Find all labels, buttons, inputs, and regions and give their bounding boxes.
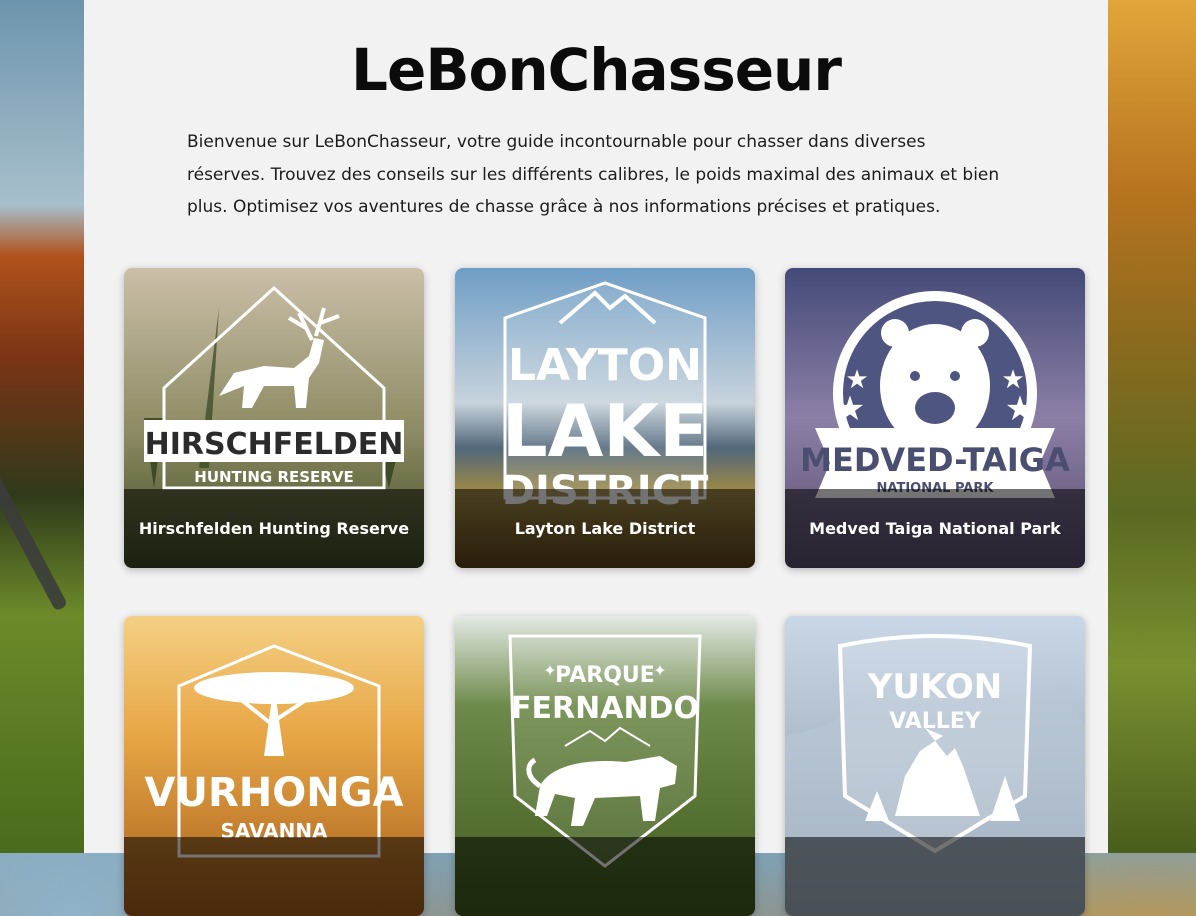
star-icon: ★ [835,389,865,429]
logo-line1: VURHONGA [145,770,404,816]
reserve-card-vurhonga-savanna[interactable]: VURHONGA SAVANNA [124,616,424,916]
reserve-card-layton-lake[interactable]: LAYTON LAKE DISTRICT Layton Lake Distric… [455,268,755,568]
reserve-caption-bar [455,837,755,916]
reserve-caption: Layton Lake District [514,519,696,538]
reserve-card-yukon-valley[interactable]: YUKON VALLEY [785,616,1085,916]
logo-line2: HUNTING RESERVE [194,468,353,486]
reserve-card-hirschfelden[interactable]: HIRSCHFELDEN HUNTING RESERVE Hirschfelde… [124,268,424,568]
logo-line1: YUKON [867,667,1002,707]
diamond-icon: ✦ [653,661,666,680]
reserve-card-parque-fernando[interactable]: ✦ ✦ PARQUE FERNANDO [455,616,755,916]
reserve-caption-bar: Layton Lake District [455,489,755,568]
main-panel: LeBonChasseur Bienvenue sur LeBonChasseu… [84,0,1108,916]
logo-line1: LAYTON [508,340,702,391]
logo-line1: PARQUE [555,663,655,688]
logo-line1: HIRSCHFELDEN [145,427,404,462]
reserve-caption-bar: Medved Taiga National Park [785,489,1085,568]
reserve-card-medved-taiga[interactable]: ★ ★ ★ ★ MEDVED-TAIGA NATIONAL PARK Medve… [785,268,1085,568]
logo-line2: FERNANDO [511,691,699,726]
reserve-caption: Hirschfelden Hunting Reserve [138,519,410,538]
page-title: LeBonChasseur [351,36,842,104]
star-icon: ★ [1005,389,1035,429]
reserve-caption-bar [124,837,424,916]
reserve-caption-bar [785,837,1085,916]
background-forest-left [0,0,84,853]
intro-text: Bienvenue sur LeBonChasseur, votre guide… [187,132,1000,217]
reserve-caption-bar: Hirschfelden Hunting Reserve [124,489,424,568]
logo-line2: VALLEY [889,709,982,734]
logo-line1: MEDVED-TAIGA [800,441,1070,479]
reserve-caption: Medved Taiga National Park [809,519,1061,538]
background-forest-right [1108,0,1196,853]
logo-line2: LAKE [502,389,709,473]
